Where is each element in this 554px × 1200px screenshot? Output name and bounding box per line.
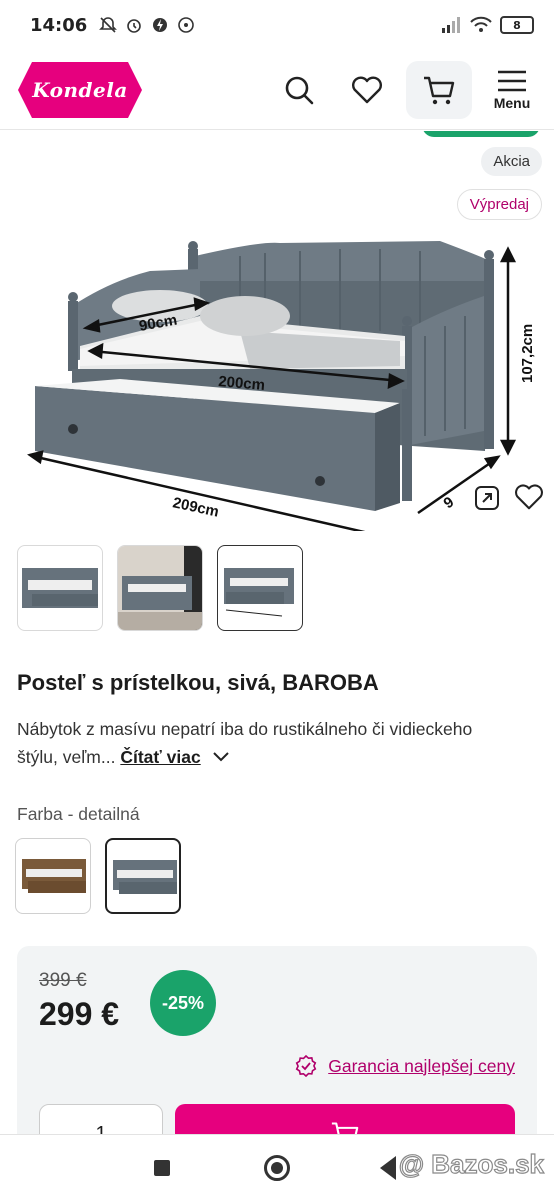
notifications-off-icon — [99, 17, 118, 33]
best-price-guarantee-link[interactable]: Garancia najlepšej ceny — [294, 1054, 515, 1078]
description-text: Nábytok z masívu nepatrí iba do rustikál… — [17, 719, 473, 767]
product-image[interactable]: 90cm 200cm 107,2cm 209cm 9 Akcia Výpreda… — [0, 131, 554, 531]
hamburger-icon — [498, 70, 526, 91]
site-header: Kondela Menu — [0, 50, 554, 130]
battery-icon: 8 — [500, 16, 534, 34]
status-bar: 14:06 8 — [0, 0, 554, 50]
old-price: 399 € — [39, 970, 87, 991]
back-button[interactable] — [380, 1156, 396, 1180]
home-button[interactable] — [264, 1155, 290, 1181]
heart-icon — [352, 76, 382, 103]
header-actions: Menu — [270, 60, 542, 119]
bazos-watermark: @ Bazos.sk — [398, 1148, 545, 1179]
wifi-icon — [470, 16, 492, 32]
system-nav-bar: @ Bazos.sk — [0, 1134, 554, 1200]
chat-icon — [178, 17, 195, 33]
color-options — [15, 838, 181, 914]
image-actions — [472, 483, 544, 513]
color-option-brown[interactable] — [15, 838, 91, 914]
thumbnail-2[interactable] — [117, 545, 203, 631]
alarm-icon — [127, 19, 142, 33]
chevron-down-icon[interactable] — [212, 751, 230, 763]
data-saver-icon — [153, 18, 168, 32]
wishlist-button[interactable] — [338, 61, 396, 119]
logo-text: Kondela — [32, 77, 128, 102]
signal-icon — [442, 17, 460, 33]
discount-badge: -25% — [150, 970, 216, 1036]
menu-button[interactable]: Menu — [482, 69, 542, 111]
product-title: Posteľ s prístelkou, sivá, BAROBA — [17, 670, 379, 695]
thumbnail-1[interactable] — [17, 545, 103, 631]
cart-button[interactable] — [406, 60, 472, 119]
thumbnail-gallery — [17, 545, 303, 631]
status-right: 8 — [440, 16, 534, 34]
color-option-gray[interactable] — [105, 838, 181, 914]
status-icons — [99, 16, 195, 34]
read-more-link[interactable]: Čítať viac — [120, 747, 200, 767]
guarantee-text: Garancia najlepšej ceny — [328, 1055, 515, 1076]
color-label: Farba - detailná — [17, 804, 140, 824]
product-description: Nábytok z masívu nepatrí iba do rustikál… — [17, 715, 517, 771]
favorite-icon[interactable] — [514, 483, 544, 511]
akcia-badge: Akcia — [481, 147, 542, 176]
dim-height-label: 107,2cm — [519, 324, 536, 383]
share-icon[interactable] — [472, 483, 502, 513]
thumbnail-3[interactable] — [217, 545, 303, 631]
search-button[interactable] — [270, 61, 328, 119]
search-icon — [285, 76, 314, 104]
recent-apps-button[interactable] — [154, 1160, 170, 1176]
kondela-logo[interactable]: Kondela — [16, 60, 144, 120]
label-strip — [422, 131, 540, 137]
clock: 14:06 — [30, 14, 88, 36]
menu-label: Menu — [493, 94, 531, 111]
dim-depth-label: 9 — [441, 494, 458, 513]
current-price: 299 € — [39, 996, 120, 1032]
verified-badge-icon — [295, 1054, 317, 1078]
vypredaj-badge: Výpredaj — [456, 189, 542, 220]
cart-icon — [424, 76, 455, 104]
